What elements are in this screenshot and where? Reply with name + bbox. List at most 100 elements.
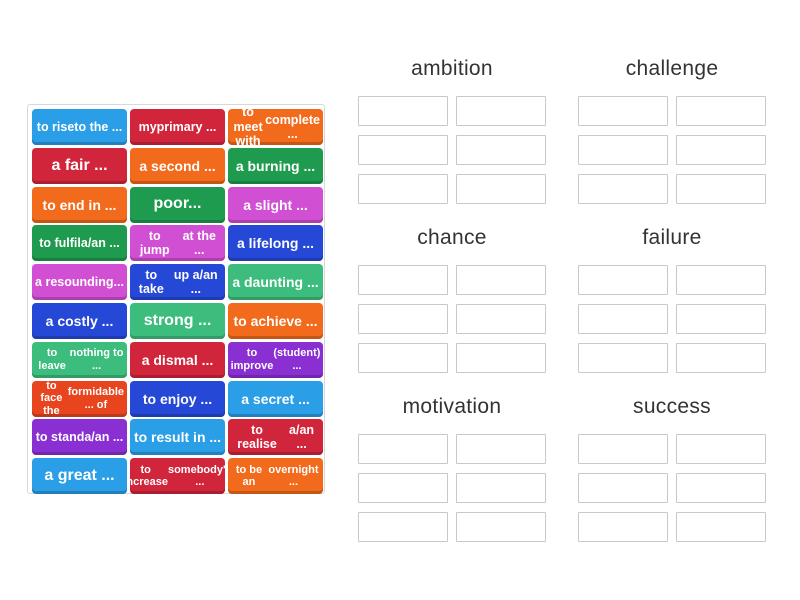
word-tile[interactable]: to fulfil a/an ... — [32, 225, 127, 262]
drop-slot[interactable] — [676, 174, 766, 204]
word-tile[interactable]: to take up a/an ... — [130, 264, 225, 301]
word-tile[interactable]: to stand a/an ... — [32, 419, 127, 456]
drop-slot[interactable] — [358, 343, 448, 373]
drop-slot[interactable] — [578, 473, 668, 503]
drop-slot[interactable] — [456, 135, 546, 165]
word-tile[interactable]: to be an overnight ... — [228, 458, 323, 495]
tile-text: a resounding — [35, 275, 114, 289]
tile-text: to face the — [40, 380, 63, 417]
word-tile[interactable]: to jump at the ... — [130, 225, 225, 262]
word-tile[interactable]: to increasesomebody's ... — [130, 458, 225, 495]
drop-slot[interactable] — [578, 434, 668, 464]
word-tile[interactable]: a costly ... — [32, 303, 127, 339]
drop-slot[interactable] — [676, 434, 766, 464]
word-tile[interactable]: a resounding... — [32, 264, 127, 301]
word-tile[interactable]: to achieve ... — [228, 303, 323, 339]
tile-text: to take — [138, 267, 164, 297]
drop-slot[interactable] — [358, 434, 448, 464]
drop-slot[interactable] — [578, 343, 668, 373]
drop-slot[interactable] — [456, 434, 546, 464]
tile-text: a dismal ... — [141, 351, 214, 368]
tile-text: somebody's ... — [167, 463, 225, 489]
word-tile[interactable]: a dismal ... — [130, 341, 225, 378]
drop-slot[interactable] — [456, 265, 546, 295]
tile-text: a costly ... — [45, 312, 114, 329]
tile-text: my — [138, 119, 157, 134]
drop-slot[interactable] — [676, 512, 766, 542]
drop-slot[interactable] — [676, 135, 766, 165]
word-tile[interactable]: to result in ... — [130, 419, 225, 456]
tile-text: to meet with — [233, 109, 263, 145]
drop-slot[interactable] — [358, 473, 448, 503]
drop-slot[interactable] — [676, 343, 766, 373]
tile-text: primary ... — [156, 119, 217, 134]
word-tile[interactable]: to improve (student) ... — [228, 341, 323, 378]
drop-slot[interactable] — [456, 96, 546, 126]
drop-slot[interactable] — [676, 96, 766, 126]
word-tile[interactable]: a great ... — [32, 458, 127, 495]
word-tile[interactable]: a second ... — [130, 147, 225, 184]
tile-text: a great ... — [44, 466, 115, 484]
word-tile[interactable]: a slight ... — [228, 186, 323, 223]
drop-slot[interactable] — [578, 265, 668, 295]
drop-slot[interactable] — [578, 512, 668, 542]
word-tile[interactable]: a burning ... — [228, 147, 323, 184]
drop-slot[interactable] — [358, 304, 448, 334]
drop-slot[interactable] — [578, 96, 668, 126]
word-tile[interactable]: to realise a/an ... — [228, 419, 323, 456]
tile-text: a lifelong ... — [236, 235, 314, 252]
drop-slot[interactable] — [578, 135, 668, 165]
tile-text: formidable ... of — [67, 385, 124, 411]
word-tile[interactable]: to leave nothing to ... — [32, 341, 127, 378]
drop-slot[interactable] — [456, 304, 546, 334]
drop-slot[interactable] — [358, 512, 448, 542]
drop-slot[interactable] — [358, 174, 448, 204]
tile-text: a/an ... — [80, 236, 120, 251]
word-tile[interactable]: to face the formidable ... of — [32, 380, 127, 417]
word-tile[interactable]: a lifelong ... — [228, 225, 323, 262]
tile-text: a/an ... — [84, 430, 124, 445]
tile-text: to stand — [35, 430, 85, 445]
word-tile[interactable]: my primary ... — [130, 109, 225, 145]
word-tile[interactable]: to enjoy ... — [130, 380, 225, 417]
tile-text: to enjoy ... — [142, 390, 213, 407]
word-tile[interactable]: strong ... — [130, 303, 225, 339]
drop-slot[interactable] — [358, 135, 448, 165]
tile-text: a fair ... — [51, 156, 108, 174]
drop-slot[interactable] — [676, 304, 766, 334]
drop-slot[interactable] — [358, 265, 448, 295]
tile-text: to achieve ... — [233, 312, 318, 329]
category-title: challenge — [625, 57, 719, 80]
tile-text: to rise — [36, 119, 75, 134]
category-title: chance — [417, 226, 487, 249]
tile-text: a/an ... — [289, 423, 315, 452]
word-tile[interactable]: to rise to the ... — [32, 109, 127, 145]
tile-text: to the ... — [74, 119, 123, 134]
drop-slot[interactable] — [456, 473, 546, 503]
tile-bank: to rise to the ... my primary ... to meet wi… — [27, 104, 325, 495]
tile-text: a second ... — [139, 157, 216, 174]
drop-slot[interactable] — [456, 343, 546, 373]
word-tile[interactable]: a daunting ... — [228, 264, 323, 301]
drop-slot[interactable] — [676, 265, 766, 295]
tile-text: poor... — [153, 195, 202, 213]
tile-text: overnight ... — [268, 463, 319, 489]
word-tile[interactable]: a fair ... — [32, 147, 127, 184]
tile-text: a burning ... — [235, 157, 316, 174]
word-tile[interactable]: a secret ... — [228, 380, 323, 417]
drop-slot[interactable] — [456, 174, 546, 204]
word-tile[interactable]: poor... — [130, 186, 225, 223]
drop-slot[interactable] — [578, 304, 668, 334]
tile-text: complete ... — [265, 112, 320, 141]
tile-text: at the ... — [182, 229, 216, 258]
word-tile[interactable]: to end in ... — [32, 186, 127, 223]
tile-text: up a/an ... — [173, 267, 218, 297]
drop-slot[interactable] — [358, 96, 448, 126]
tile-text: a slight ... — [243, 196, 308, 213]
drop-slot[interactable] — [578, 174, 668, 204]
drop-slot[interactable] — [676, 473, 766, 503]
tile-text: to leave — [38, 347, 66, 372]
drop-slot[interactable] — [456, 512, 546, 542]
word-tile[interactable]: to meet with complete ... — [228, 109, 323, 145]
tile-text: strong ... — [143, 311, 212, 329]
